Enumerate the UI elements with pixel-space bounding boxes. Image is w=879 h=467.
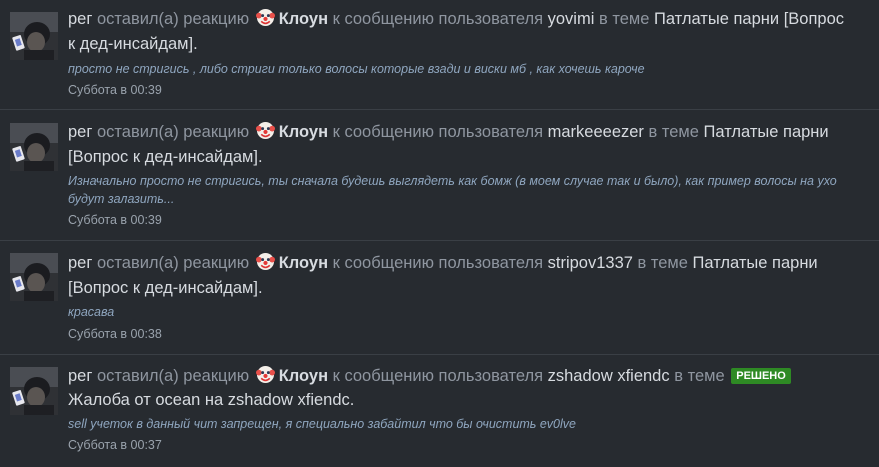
reaction-name[interactable]: Клоун [279,367,328,385]
clown-face-icon [255,121,275,140]
alert-text-line2: к дед-инсайдам]. [68,32,867,57]
message-snippet: красава [68,305,115,319]
timestamp[interactable]: Суббота в 00:37 [68,437,162,453]
alert-text-line1: рег оставил(а) реакцию Клоун к сообщению… [68,120,867,145]
action-text: оставил(а) реакцию [96,254,250,272]
thread-title-link-cont[interactable]: к дед-инсайдам]. [68,35,198,53]
alert-item: рег оставил(а) реакцию Клоун к сообщению… [0,110,879,241]
solved-badge: РЕШЕНО [731,368,791,384]
avatar[interactable] [10,367,58,415]
alert-item: рег оставил(а) реакцию Клоун к сообщению… [0,355,879,467]
reaction-name[interactable]: Клоун [279,254,328,272]
action-text: оставил(а) реакцию [96,123,250,141]
user-link[interactable]: рег [68,367,92,385]
alert-text-line2: [Вопрос к дед-инсайдам]. [68,145,867,170]
reaction-name[interactable]: Клоун [279,123,328,141]
to-message-text: к сообщению пользователя [332,367,544,385]
avatar[interactable] [10,253,58,301]
to-message-text: к сообщению пользователя [332,254,544,272]
author-link[interactable]: zshadow xfiendc [548,367,670,385]
user-link[interactable]: рег [68,10,92,28]
thread-title-link[interactable]: Патлатые парни [704,123,829,141]
timestamp[interactable]: Суббота в 00:38 [68,326,162,342]
message-snippet: просто не стригись , либо стриги только … [68,62,645,76]
action-text: оставил(а) реакцию [96,367,250,385]
thread-title-link-cont[interactable]: [Вопрос к дед-инсайдам]. [68,148,263,166]
alerts-feed: рег оставил(а) реакцию Клоун к сообщению… [0,0,879,467]
thread-title-link[interactable]: Патлатые парни [693,254,818,272]
message-snippet: Изначально просто не стригись, ты сначал… [68,174,837,188]
alert-text-line2: Жалоба от ocean на zshadow xfiendc. [68,388,867,413]
timestamp[interactable]: Суббота в 00:39 [68,82,162,98]
author-link[interactable]: stripov1337 [548,254,633,272]
avatar[interactable] [10,12,58,60]
message-snippet: sell учеток в данный чит запрещен, я спе… [68,417,576,431]
clown-face-icon [255,252,275,271]
alert-text-line1: рег оставил(а) реакцию Клоун к сообщению… [68,364,867,389]
author-link[interactable]: markeeeezer [548,123,644,141]
user-link[interactable]: рег [68,254,92,272]
alert-item: рег оставил(а) реакцию Клоун к сообщению… [0,0,879,110]
author-link[interactable]: yovimi [548,10,595,28]
in-thread-text: в теме [674,367,725,385]
timestamp[interactable]: Суббота в 00:39 [68,212,162,228]
to-message-text: к сообщению пользователя [332,123,544,141]
message-snippet-cont: будут залазить... [68,192,175,206]
avatar[interactable] [10,123,58,171]
alert-item: рег оставил(а) реакцию Клоун к сообщению… [0,241,879,355]
user-link[interactable]: рег [68,123,92,141]
thread-title-link[interactable]: Жалоба от ocean на zshadow xfiendc. [68,391,354,409]
alert-text-line2: [Вопрос к дед-инсайдам]. [68,276,867,301]
clown-face-icon [255,365,275,384]
thread-title-link-cont[interactable]: [Вопрос к дед-инсайдам]. [68,279,263,297]
thread-title-link[interactable]: Патлатые парни [Вопрос [654,10,844,28]
in-thread-text: в теме [598,10,650,28]
alert-text-line1: рег оставил(а) реакцию Клоун к сообщению… [68,251,867,276]
to-message-text: к сообщению пользователя [332,10,544,28]
in-thread-text: в теме [648,123,699,141]
alert-text-line1: рег оставил(а) реакцию Клоун к сообщению… [68,7,867,32]
reaction-name[interactable]: Клоун [279,10,328,28]
clown-face-icon [255,8,275,27]
in-thread-text: в теме [637,254,688,272]
action-text: оставил(а) реакцию [96,10,250,28]
